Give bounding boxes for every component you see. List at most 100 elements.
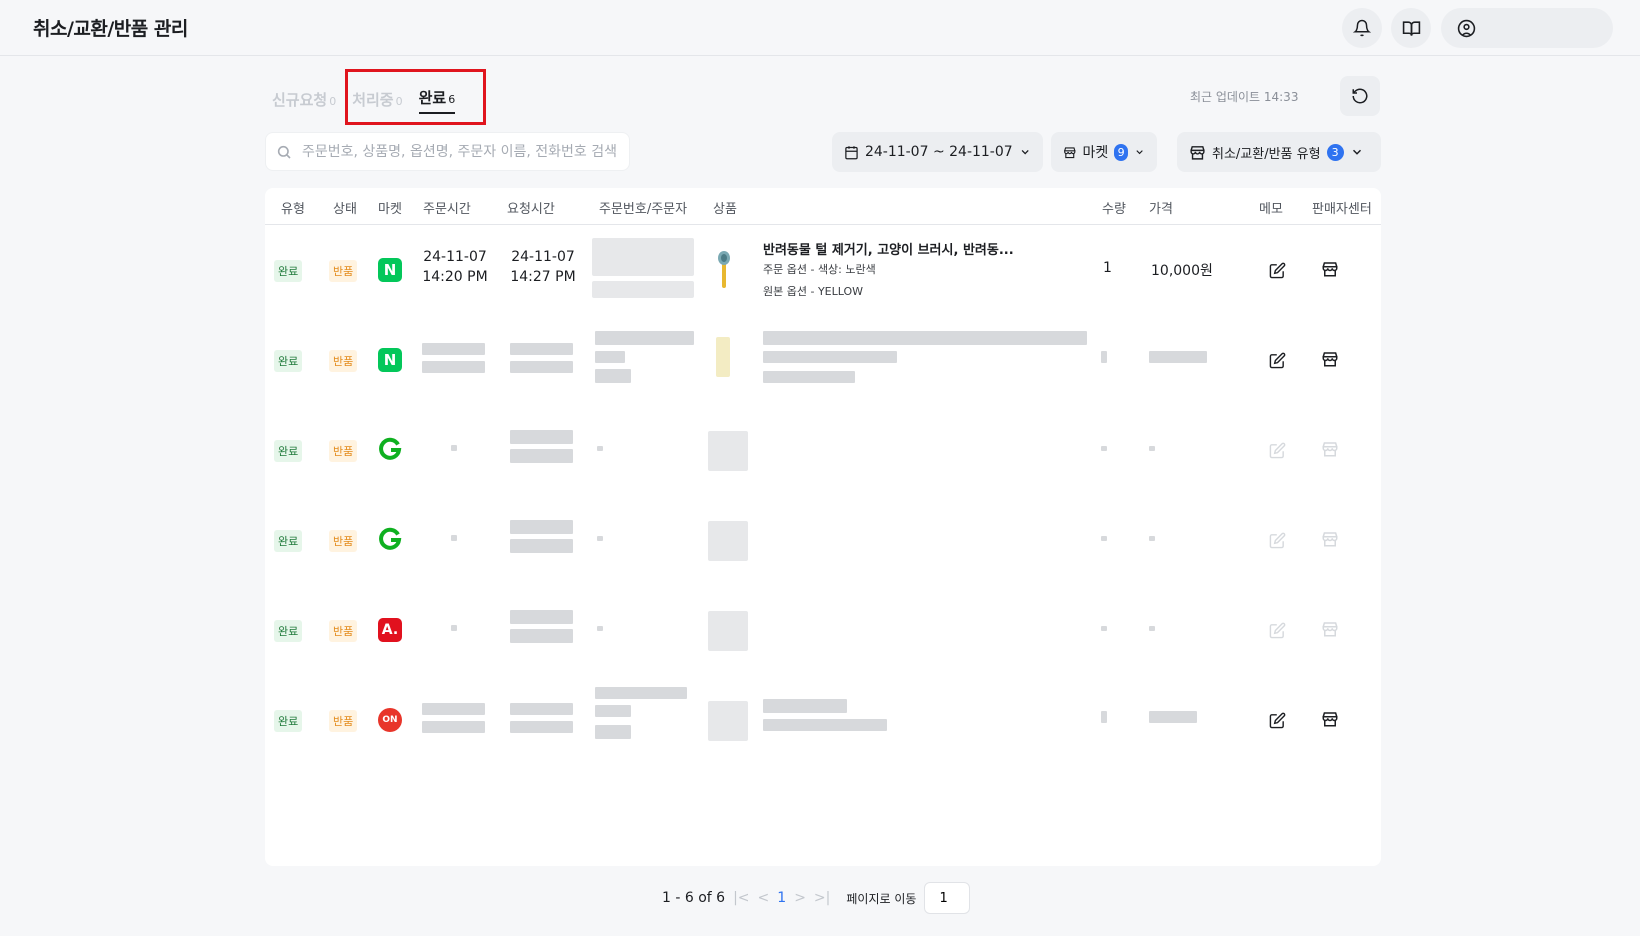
- store-icon: [1322, 622, 1338, 637]
- redacted-request-time: [510, 449, 573, 463]
- claim-type-count-badge: 3: [1326, 143, 1344, 161]
- redacted-request-time: [510, 343, 573, 355]
- top-bar: 취소/교환/반품 관리: [0, 0, 1640, 56]
- redacted-orderer: [595, 369, 631, 383]
- redacted-quantity: [1101, 446, 1107, 451]
- redacted-order-number: [595, 687, 687, 699]
- date-range-text: 24-11-07 ~ 24-11-07: [864, 144, 1013, 160]
- column-header-request-time: 요청시간: [507, 202, 555, 217]
- redacted-orderer: [595, 725, 631, 739]
- redacted-quantity: [1101, 351, 1107, 363]
- table-row[interactable]: 완료 반품 ON: [265, 675, 1381, 765]
- redacted-order-number: [597, 536, 603, 541]
- redacted-quantity: [1101, 536, 1107, 541]
- status-badge: 반품: [329, 620, 358, 642]
- store-icon: [1322, 352, 1338, 367]
- next-page-icon[interactable]: >: [794, 890, 806, 906]
- column-header-seller-center: 판매자센터: [1312, 202, 1372, 217]
- redacted-request-time: [510, 361, 573, 373]
- goto-page-input[interactable]: [924, 882, 971, 914]
- pagination: 1 - 6 of 6 |< < 1 > >| 페이지로 이동: [662, 882, 971, 914]
- seller-center-button[interactable]: [1317, 436, 1343, 462]
- edit-icon: [1269, 352, 1285, 368]
- edit-icon: [1269, 532, 1285, 548]
- tab-count: 0: [395, 95, 403, 108]
- seller-center-button[interactable]: [1317, 616, 1343, 642]
- memo-button[interactable]: [1264, 617, 1290, 643]
- guide-book-button[interactable]: [1391, 8, 1431, 48]
- product-name[interactable]: 반려동물 털 제거기, 고양이 브러시, 반려동...: [763, 239, 1014, 258]
- redacted-order-time: [451, 535, 457, 541]
- type-badge: 완료: [274, 440, 303, 462]
- redacted-product-option: [763, 371, 855, 383]
- search-box: [265, 132, 630, 171]
- page-number-current[interactable]: 1: [777, 890, 786, 906]
- refresh-button[interactable]: [1340, 76, 1380, 116]
- redacted-price: [1149, 536, 1155, 541]
- status-badge: 반품: [329, 260, 358, 282]
- tab-in-progress[interactable]: 처리중 0: [352, 89, 402, 114]
- redacted-order-time: [451, 625, 457, 631]
- g-logo-icon: [379, 527, 402, 550]
- column-header-order-time: 주문시간: [423, 202, 471, 217]
- seller-center-button[interactable]: [1317, 706, 1343, 732]
- table-row[interactable]: 완료 반품 A.: [265, 585, 1381, 675]
- redacted-orderer: [592, 281, 694, 298]
- order-date: 24-11-07: [423, 249, 487, 265]
- brush-icon: [718, 251, 730, 288]
- redacted-price: [1149, 711, 1197, 723]
- tab-completed[interactable]: 완료 6: [418, 87, 456, 114]
- redacted-price: [1149, 351, 1207, 363]
- redacted-order-number: [592, 238, 694, 276]
- redacted-request-time: [510, 703, 573, 715]
- memo-button[interactable]: [1264, 347, 1290, 373]
- chevron-down-icon: [1136, 150, 1143, 155]
- redacted-request-time: [510, 520, 573, 534]
- column-header-type: 유형: [281, 202, 305, 217]
- memo-button[interactable]: [1264, 437, 1290, 463]
- seller-center-button[interactable]: [1317, 526, 1343, 552]
- redacted-product-option: [763, 351, 897, 363]
- chevron-down-icon: [1021, 150, 1029, 155]
- redacted-request-time: [510, 539, 573, 553]
- memo-button[interactable]: [1264, 527, 1290, 553]
- type-badge: 완료: [274, 530, 303, 552]
- table-row[interactable]: 완료 반품: [265, 405, 1381, 495]
- table-row[interactable]: 완료 반품 N 24-11-07 14:20 PM 24-11-07 14:27…: [265, 225, 1381, 315]
- redacted-order-time: [422, 343, 485, 355]
- redacted-price: [1149, 446, 1155, 451]
- gmarket-market-icon: [377, 436, 403, 462]
- seller-center-button[interactable]: [1317, 256, 1343, 282]
- claim-type-filter[interactable]: 취소/교환/반품 유형 3: [1177, 132, 1381, 172]
- product-thumbnail: [716, 337, 730, 377]
- status-badge: 반품: [329, 350, 358, 372]
- table-row[interactable]: 완료 반품 N: [265, 315, 1381, 405]
- prev-page-icon[interactable]: <: [758, 890, 770, 906]
- notification-button[interactable]: [1342, 8, 1382, 48]
- memo-button[interactable]: [1264, 707, 1290, 733]
- redacted-price: [1149, 626, 1155, 631]
- gmarket-market-icon: [377, 526, 403, 552]
- redacted-product-name: [763, 331, 1087, 345]
- table-row[interactable]: 완료 반품: [265, 495, 1381, 585]
- store-icon: [1190, 145, 1205, 160]
- table-header: 유형 상태 마켓 주문시간 요청시간 주문번호/주문자 상품 수량 가격 메모 …: [265, 188, 1381, 225]
- first-page-icon[interactable]: |<: [733, 890, 749, 906]
- last-page-icon[interactable]: >|: [814, 890, 830, 906]
- memo-button[interactable]: [1264, 257, 1290, 283]
- redacted-order-number: [595, 351, 625, 363]
- date-range-filter[interactable]: 24-11-07 ~ 24-11-07: [832, 132, 1043, 172]
- redacted-request-time: [510, 610, 573, 624]
- market-filter[interactable]: 마켓 9: [1051, 132, 1157, 172]
- type-badge: 완료: [274, 260, 303, 282]
- product-thumbnail: [708, 521, 748, 561]
- status-badge: 반품: [329, 710, 358, 732]
- tab-new-requests[interactable]: 신규요청 0: [272, 89, 336, 114]
- search-input[interactable]: [302, 143, 622, 160]
- seller-center-button[interactable]: [1317, 346, 1343, 372]
- goto-page-label: 페이지로 이동: [846, 891, 917, 906]
- tab-label: 신규요청: [272, 91, 328, 109]
- market-count-badge: 9: [1114, 143, 1128, 161]
- profile-menu[interactable]: [1441, 8, 1613, 48]
- type-badge: 완료: [274, 710, 303, 732]
